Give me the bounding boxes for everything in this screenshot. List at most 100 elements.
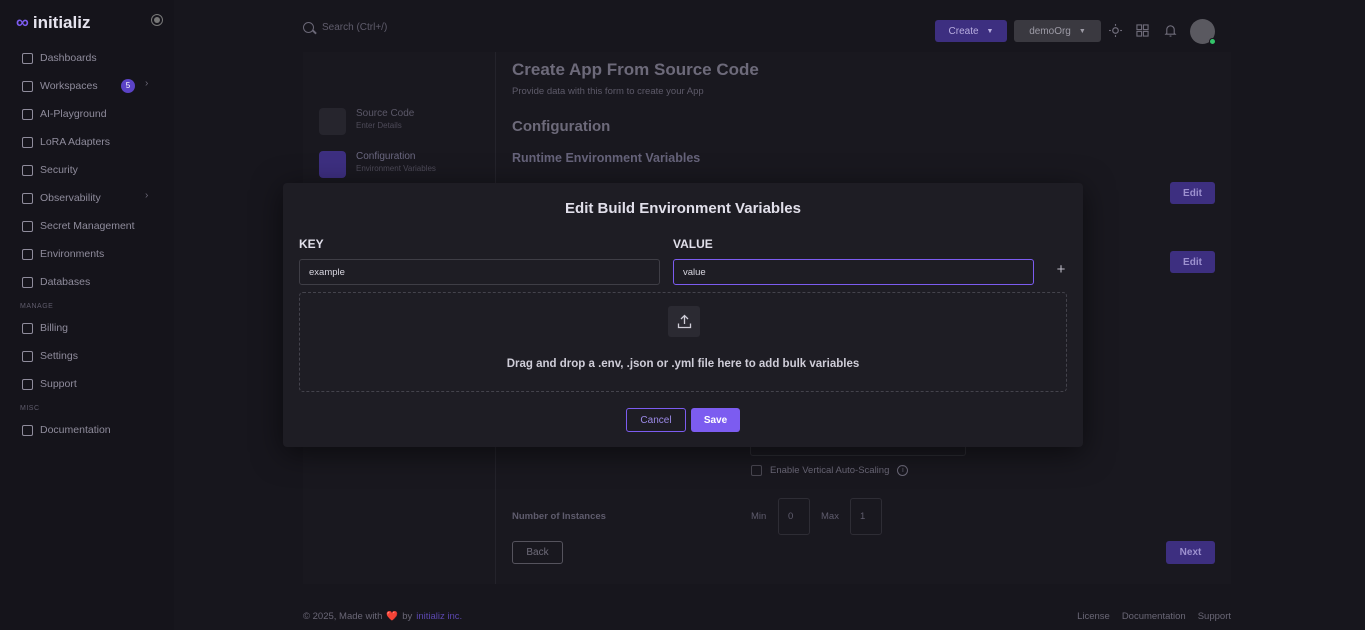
search-placeholder: Search (Ctrl+/): [322, 22, 388, 33]
topbar: Search (Ctrl+/) Create ▼ demoOrg ▼: [303, 16, 1231, 48]
sidebar-item-workspaces[interactable]: Workspaces 5 ›: [0, 72, 174, 100]
layers-icon: [22, 136, 33, 148]
sidebar-item-label: LoRA Adapters: [40, 136, 111, 148]
cancel-button[interactable]: Cancel: [626, 408, 686, 432]
create-button[interactable]: Create ▼: [935, 20, 1007, 42]
ai-icon: [22, 108, 33, 120]
sidebar-item-billing[interactable]: Billing: [0, 314, 174, 342]
sidebar-item-label: Documentation: [40, 424, 111, 436]
info-icon[interactable]: i: [897, 465, 909, 476]
page-title: Create App From Source Code: [512, 60, 759, 79]
sidebar-item-label: Observability: [40, 192, 101, 204]
next-button[interactable]: Next: [1166, 541, 1215, 564]
sidebar-item-documentation[interactable]: Documentation: [0, 416, 174, 444]
max-instances-input[interactable]: 1: [850, 498, 882, 535]
org-label: demoOrg: [1029, 25, 1071, 37]
footer-copyright: © 2025, Made with ❤️ by initializ inc.: [303, 611, 462, 622]
search-input[interactable]: Search (Ctrl+/): [303, 22, 387, 33]
sidebar-item-label: Support: [40, 378, 77, 390]
code-icon: [319, 108, 346, 135]
sun-icon[interactable]: [1109, 24, 1122, 37]
footer-link-license[interactable]: License: [1077, 611, 1110, 622]
edit-build-env-modal: Edit Build Environment Variables KEY VAL…: [283, 183, 1083, 447]
sidebar-section-misc: MISC: [20, 405, 40, 412]
brand-link[interactable]: initializ inc.: [416, 611, 462, 622]
min-instances-input[interactable]: 0: [778, 498, 810, 535]
org-switcher[interactable]: demoOrg ▼: [1014, 20, 1101, 42]
workspace-count-badge: 5: [121, 79, 135, 93]
workspace-icon: [22, 80, 33, 92]
billing-icon: [22, 322, 33, 334]
copyright-text: © 2025, Made with: [303, 611, 383, 622]
logo[interactable]: ∞ initializ: [16, 12, 90, 33]
sidebar-section-manage: MANAGE: [20, 303, 54, 310]
avatar[interactable]: [1190, 19, 1216, 45]
autoscaling-row: Enable Vertical Auto-Scaling i: [751, 465, 909, 476]
min-label: Min: [751, 511, 767, 522]
shield-icon: [22, 164, 33, 176]
sidebar-item-label: AI-Playground: [40, 108, 107, 120]
step-source-code[interactable]: Source Code Enter Details: [319, 108, 414, 135]
sidebar: ∞ initializ Dashboards Workspaces 5 › AI…: [0, 0, 174, 630]
by-text: by: [402, 611, 413, 622]
step-title: Source Code: [356, 108, 415, 119]
dashboard-icon: [22, 52, 33, 64]
observability-icon: [22, 192, 33, 204]
step-configuration[interactable]: Configuration Environment Variables: [319, 151, 436, 178]
chevron-down-icon: ▼: [986, 27, 994, 35]
heart-icon: ❤️: [386, 611, 399, 622]
headset-icon: [22, 378, 33, 390]
chevron-down-icon: ▼: [1078, 27, 1086, 35]
section-title: Configuration: [512, 118, 611, 135]
search-icon: [303, 22, 314, 33]
footer-link-support[interactable]: Support: [1198, 611, 1231, 622]
apps-grid-icon[interactable]: [1136, 24, 1149, 37]
chevron-right-icon: ›: [145, 78, 149, 89]
sidebar-item-support[interactable]: Support: [0, 370, 174, 398]
edit-build-env-button[interactable]: Edit: [1170, 251, 1215, 273]
sidebar-item-label: Settings: [40, 350, 78, 362]
sidebar-item-secret-management[interactable]: Secret Management: [0, 212, 174, 240]
sidebar-item-environments[interactable]: Environments: [0, 240, 174, 268]
dropzone-text: Drag and drop a .env, .json or .yml file…: [506, 358, 860, 370]
step-subtitle: Enter Details: [356, 121, 402, 130]
step-title: Configuration: [356, 151, 416, 162]
autoscaling-checkbox[interactable]: [751, 465, 762, 476]
sidebar-item-label: Billing: [40, 322, 69, 334]
footer-link-documentation[interactable]: Documentation: [1122, 611, 1186, 622]
sidebar-item-databases[interactable]: Databases: [0, 268, 174, 296]
online-status-icon: [1209, 38, 1216, 45]
document-icon: [22, 424, 33, 436]
value-input[interactable]: [673, 259, 1034, 285]
chevron-right-icon: ›: [145, 190, 149, 201]
sidebar-item-dashboards[interactable]: Dashboards: [0, 44, 174, 72]
sidebar-collapse-icon[interactable]: [151, 14, 163, 26]
sidebar-item-lora-adapters[interactable]: LoRA Adapters: [0, 128, 174, 156]
save-button[interactable]: Save: [691, 408, 740, 432]
edit-runtime-env-button[interactable]: Edit: [1170, 182, 1215, 204]
environment-icon: [22, 248, 33, 260]
sidebar-item-settings[interactable]: Settings: [0, 342, 174, 370]
file-dropzone[interactable]: Drag and drop a .env, .json or .yml file…: [299, 292, 1067, 392]
gear-icon: [22, 350, 33, 362]
key-input[interactable]: [299, 259, 660, 285]
sidebar-item-label: Databases: [40, 276, 91, 288]
modal-title: Edit Build Environment Variables: [565, 200, 801, 217]
subsection-title: Runtime Environment Variables: [512, 151, 701, 165]
upload-icon: [677, 314, 691, 329]
add-variable-button[interactable]: +: [1054, 262, 1068, 277]
brand-name: initializ: [32, 12, 91, 32]
sidebar-item-label: Workspaces: [40, 80, 98, 92]
back-button[interactable]: Back: [512, 541, 563, 564]
upload-button[interactable]: [668, 306, 700, 337]
sidebar-nav: Dashboards Workspaces 5 › AI-Playground …: [0, 44, 174, 444]
autoscaling-label: Enable Vertical Auto-Scaling: [770, 465, 890, 476]
sidebar-item-label: Security: [40, 164, 78, 176]
sidebar-item-observability[interactable]: Observability ›: [0, 184, 174, 212]
instances-label: Number of Instances: [512, 511, 606, 522]
bell-icon[interactable]: [1164, 24, 1177, 37]
sidebar-item-label: Dashboards: [40, 52, 97, 64]
sidebar-item-security[interactable]: Security: [0, 156, 174, 184]
sidebar-item-ai-playground[interactable]: AI-Playground: [0, 100, 174, 128]
lock-icon: [22, 220, 33, 232]
